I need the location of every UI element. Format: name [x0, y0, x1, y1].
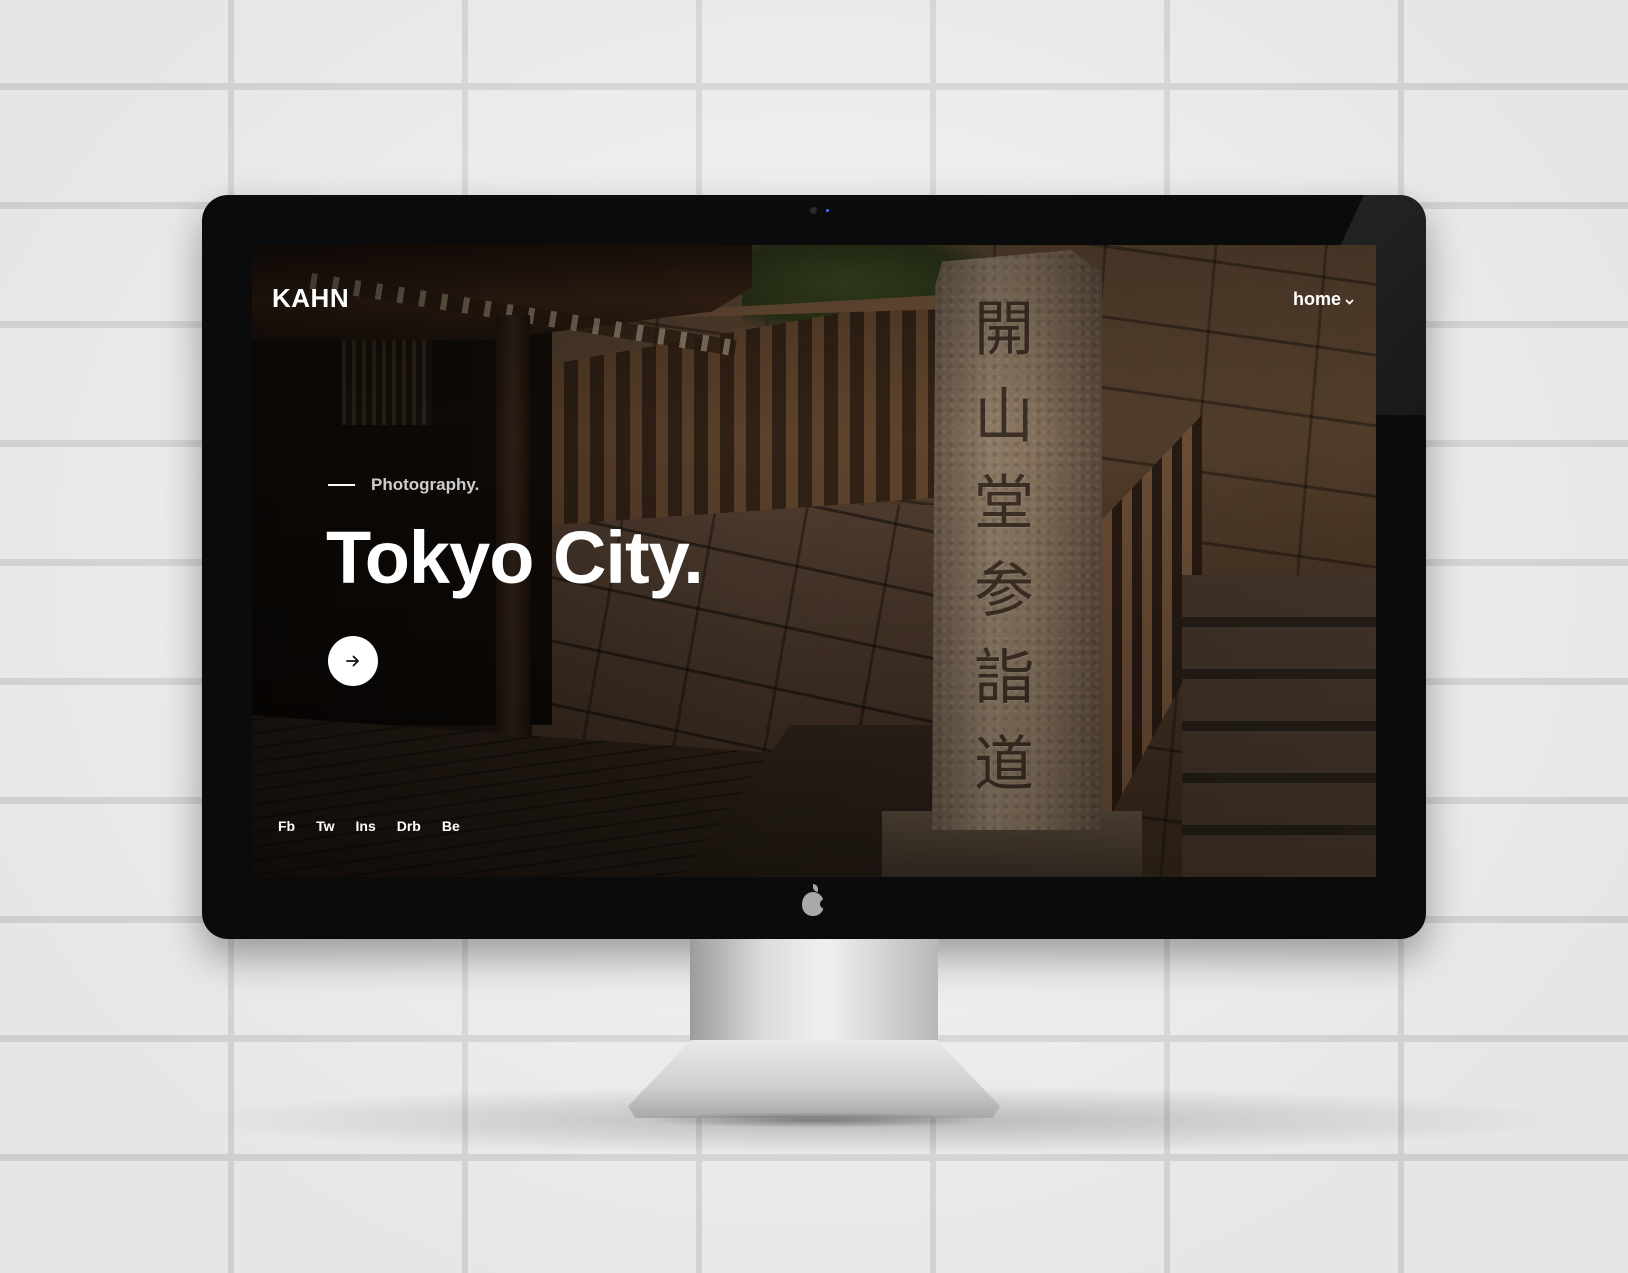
nav-home-dropdown[interactable]: home [1293, 289, 1354, 310]
hero-category: Photography. [371, 475, 480, 494]
social-link-instagram[interactable]: Ins [356, 818, 376, 834]
monitor-stand-neck [690, 939, 938, 1049]
kicker-divider [328, 484, 355, 486]
arrow-right-icon [346, 655, 359, 667]
social-link-facebook[interactable]: Fb [278, 818, 295, 834]
webcam-icon [810, 207, 817, 214]
hero-title: Tokyo City. [326, 516, 704, 599]
hero-next-button[interactable] [328, 636, 378, 686]
social-link-behance[interactable]: Be [442, 818, 460, 834]
monitor-stand-base [628, 1040, 1000, 1118]
social-link-dribbble[interactable]: Drb [397, 818, 421, 834]
website-screen: 開 山 堂 参 詣 道 KAHN home Photography. Tokyo… [252, 245, 1376, 877]
social-link-twitter[interactable]: Tw [316, 818, 334, 834]
site-logo[interactable]: KAHN [272, 283, 349, 314]
webcam-led [826, 209, 829, 212]
nav-home-label: home [1292, 289, 1341, 309]
apple-logo-icon [802, 884, 830, 916]
hero-kicker: Photography. [328, 475, 479, 495]
chevron-down-icon [1345, 296, 1354, 308]
monitor-stand-shadow [640, 1112, 990, 1128]
social-links: Fb Tw Ins Drb Be [278, 818, 460, 834]
